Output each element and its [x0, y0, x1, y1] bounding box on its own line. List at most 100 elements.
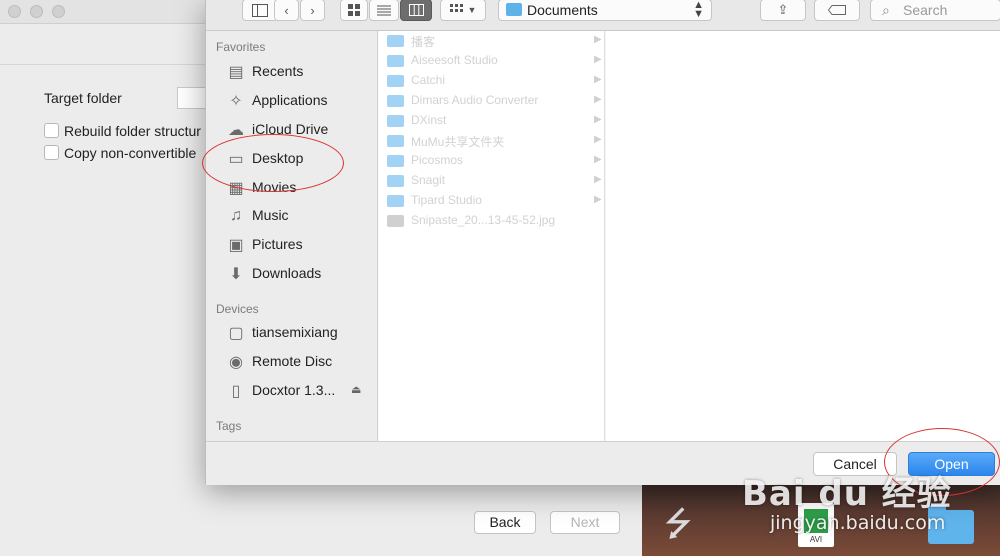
tag-button[interactable]	[814, 0, 860, 21]
folder-icon	[387, 175, 404, 187]
recents-icon: ▤	[228, 64, 244, 81]
list-item[interactable]: DXinst ▶	[379, 111, 605, 131]
group-icon	[449, 4, 463, 12]
drive-icon: ▯	[231, 383, 241, 400]
search-field[interactable]: ⌕ Search	[870, 0, 1000, 21]
disc-icon: ◉	[229, 354, 243, 371]
target-folder-label: Target folder	[44, 90, 122, 106]
folder-icon	[506, 3, 522, 16]
sidebar-item-docxtor[interactable]: ▯ Docxtor 1.3... ⏏	[206, 378, 378, 404]
sidebar-item-label: Remote Disc	[252, 353, 333, 369]
folder-icon	[387, 75, 404, 87]
file-label: Tipard Studio	[411, 193, 482, 207]
folder-icon	[387, 55, 404, 67]
chevron-right-icon: ▶	[594, 114, 602, 125]
file-label: 播客	[411, 35, 436, 49]
chevron-right-icon: ▶	[594, 74, 602, 85]
location-label: Documents	[527, 2, 598, 18]
annotation-circle-desktop	[202, 134, 344, 192]
tag-icon	[828, 5, 846, 15]
list-view-button[interactable]	[369, 0, 399, 21]
columns-icon	[408, 4, 424, 16]
zoom-window-button[interactable]	[52, 5, 65, 18]
folder-icon	[387, 35, 404, 47]
copy-non-convertible-checkbox[interactable]	[44, 145, 59, 160]
file-label: Picosmos	[411, 153, 464, 167]
sidebar-item-label: Docxtor 1.3...	[252, 382, 336, 398]
file-column: 播客 ▶ Aiseesoft Studio ▶ Catchi ▶ Dimars …	[379, 31, 605, 441]
back-nav-button[interactable]: ‹	[274, 0, 299, 21]
sidebar-toggle-button[interactable]	[242, 0, 278, 21]
dialog-toolbar: ‹ › ▼ Documents ▲ ▼ ⇪ ⌕ Search	[206, 0, 1000, 31]
list-item[interactable]: Tipard Studio ▶	[379, 191, 605, 211]
sidebar-item-pictures[interactable]: ▣ Pictures	[206, 232, 378, 258]
chevron-right-icon: ▶	[594, 134, 602, 145]
favorites-header: Favorites	[216, 40, 266, 54]
chevron-right-icon: ▶	[594, 154, 602, 165]
copy-non-convertible-label: Copy non-convertible	[64, 145, 197, 161]
sidebar-item-recents[interactable]: ▤ Recents	[206, 59, 378, 85]
chevron-right-icon: ▶	[594, 34, 602, 45]
folder-icon	[387, 115, 404, 127]
folder-icon	[387, 155, 404, 167]
sidebar-item-applications[interactable]: ✧ Applications	[206, 88, 378, 114]
sidebar-icon	[252, 3, 268, 17]
list-item[interactable]: Aiseesoft Studio ▶	[379, 51, 605, 71]
avi-file-label: AVI	[809, 535, 823, 544]
image-file-icon	[387, 215, 404, 227]
sidebar-item-music[interactable]: ♫ Music	[206, 203, 378, 229]
list-item[interactable]: 播客 ▶	[379, 31, 605, 51]
location-popup[interactable]: Documents ▲ ▼	[498, 0, 712, 21]
sidebar-item-label: Applications	[252, 92, 328, 108]
music-icon: ♫	[230, 207, 242, 224]
file-label: Snagit	[411, 173, 446, 187]
back-button[interactable]: Back	[474, 511, 536, 534]
devices-header: Devices	[216, 302, 259, 316]
close-window-button[interactable]	[8, 5, 21, 18]
rebuild-folder-checkbox[interactable]	[44, 123, 59, 138]
chevron-right-icon: ▶	[594, 54, 602, 65]
open-dialog: ‹ › ▼ Documents ▲ ▼ ⇪ ⌕ Search Favorites…	[205, 0, 1000, 485]
minimize-window-button[interactable]	[30, 5, 43, 18]
folder-icon	[387, 135, 404, 147]
eject-icon[interactable]: ⏏	[351, 383, 361, 396]
sidebar-item-label: tiansemixiang	[252, 324, 338, 340]
share-icon: ⇪	[777, 2, 789, 17]
group-by-button[interactable]: ▼	[440, 0, 486, 21]
sidebar-item-label: Pictures	[252, 236, 303, 252]
usb-icon[interactable]: ⭍	[664, 500, 692, 556]
list-item[interactable]: MuMu共享文件夹 ▶	[379, 131, 605, 151]
chevron-down-icon: ▼	[467, 5, 477, 15]
sidebar-item-label: Downloads	[252, 265, 322, 281]
grid-icon	[348, 4, 360, 16]
chevron-right-icon: ▶	[594, 174, 602, 185]
icon-view-button[interactable]	[340, 0, 368, 21]
dialog-sidebar: Favorites ▤ Recents ✧ Applications ☁ iCl…	[206, 31, 378, 441]
column-view-button[interactable]	[400, 0, 432, 21]
chevron-right-icon: ›	[310, 2, 315, 18]
list-item[interactable]: Catchi ▶	[379, 71, 605, 91]
list-item[interactable]: Snipaste_20...13-45-52.jpg	[379, 211, 605, 231]
rebuild-folder-label: Rebuild folder structur	[64, 123, 201, 139]
file-label: DXinst	[411, 113, 447, 127]
forward-nav-button[interactable]: ›	[300, 0, 325, 21]
folder-icon	[387, 195, 404, 207]
file-label: Dimars Audio Converter	[411, 93, 539, 107]
share-button[interactable]: ⇪	[760, 0, 806, 21]
download-icon: ⬇	[229, 266, 243, 283]
chevron-left-icon: ‹	[284, 2, 289, 18]
file-label: Catchi	[411, 73, 446, 87]
sidebar-item-label: Music	[252, 207, 289, 223]
watermark-url: jingyan.baidu.com	[770, 512, 946, 534]
file-label: Snipaste_20...13-45-52.jpg	[411, 213, 556, 227]
file-label: MuMu共享文件夹	[411, 135, 505, 149]
sidebar-item-remote-disc[interactable]: ◉ Remote Disc	[206, 349, 378, 375]
sidebar-item-downloads[interactable]: ⬇ Downloads	[206, 261, 378, 287]
next-button[interactable]: Next	[550, 511, 620, 534]
sidebar-item-tiansemixiang[interactable]: ▢ tiansemixiang	[206, 320, 378, 346]
applications-icon: ✧	[229, 93, 243, 110]
list-item[interactable]: Snagit ▶	[379, 171, 605, 191]
list-item[interactable]: Picosmos ▶	[379, 151, 605, 171]
list-item[interactable]: Dimars Audio Converter ▶	[379, 91, 605, 111]
tags-header: Tags	[216, 419, 242, 433]
